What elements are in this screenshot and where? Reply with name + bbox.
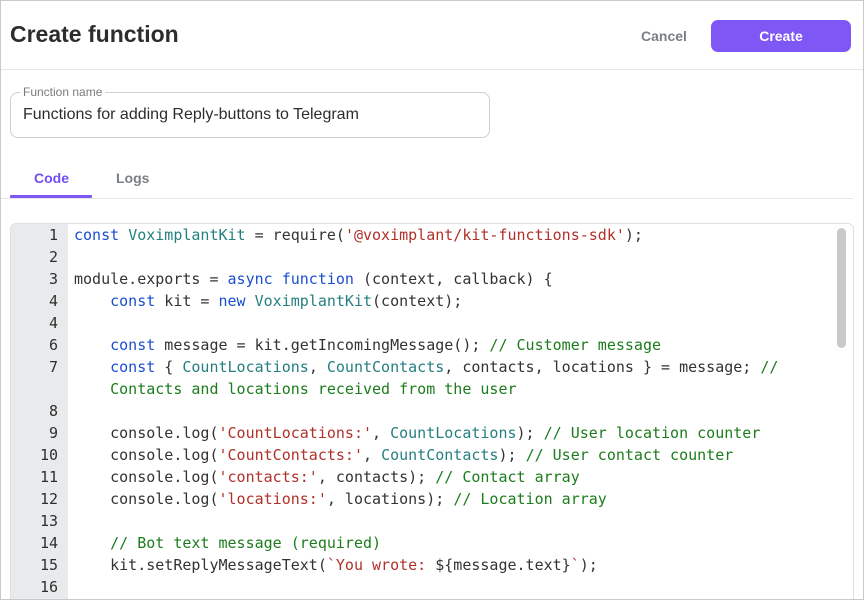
code-line: console.log('contacts:', contacts); // C…	[74, 468, 580, 486]
code-token: console.log(	[74, 424, 219, 442]
code-token: `	[570, 556, 580, 574]
code-token: );	[498, 446, 526, 464]
code-token: Contacts and locations received from the…	[110, 380, 517, 398]
line-number: 9	[48, 424, 58, 442]
tab-code[interactable]: Code	[34, 170, 69, 186]
line-number: 7	[48, 358, 58, 376]
code-token: 'contacts:'	[218, 468, 318, 486]
code-token: // Location array	[453, 490, 607, 508]
code-line: module.exports = async function (context…	[74, 270, 553, 288]
code-token: VoximplantKit	[128, 226, 246, 244]
line-number: 11	[39, 468, 58, 486]
line-number: 4	[48, 292, 58, 310]
code-token: console.log(	[74, 490, 219, 508]
function-name-label: Function name	[20, 85, 106, 99]
scrollbar-thumb[interactable]	[837, 228, 846, 348]
active-tab-indicator	[10, 195, 92, 198]
code-line: const { CountLocations, CountContacts, c…	[74, 358, 778, 376]
code-token: {	[155, 358, 183, 376]
code-token: console.log(	[74, 468, 219, 486]
code-token: 'locations:'	[218, 490, 327, 508]
line-number: 3	[48, 270, 58, 288]
line-number: 6	[48, 336, 58, 354]
function-name-field[interactable]: Function name Functions for adding Reply…	[10, 85, 490, 138]
code-token: `You wrote:	[326, 556, 436, 574]
code-token: const	[74, 226, 129, 244]
code-token: VoximplantKit	[254, 292, 373, 310]
code-token: CountLocations	[182, 358, 309, 376]
line-number: 2	[48, 248, 58, 266]
code-token: , contacts);	[317, 468, 436, 486]
code-token: // User contact counter	[525, 446, 734, 464]
tab-logs[interactable]: Logs	[116, 170, 149, 186]
code-token: message = kit.getIncomingMessage();	[155, 336, 490, 354]
code-token: );	[579, 556, 598, 574]
code-line: // Bot text message (required)	[74, 534, 381, 552]
line-number: 1	[48, 226, 58, 244]
code-token: async function	[227, 270, 354, 288]
code-line: const message = kit.getIncomingMessage()…	[74, 336, 661, 354]
editor-scrollbar[interactable]	[837, 224, 853, 599]
code-token: , contacts, locations } = message;	[444, 358, 761, 376]
code-line: console.log('CountLocations:', CountLoca…	[74, 424, 760, 442]
code-line: kit.setReplyMessageText(`You wrote: ${me…	[74, 556, 598, 574]
code-token: '@voximplant/kit-functions-sdk'	[344, 226, 625, 244]
code-token: (context, callback) {	[353, 270, 553, 288]
code-line: console.log('locations:', locations); //…	[74, 490, 607, 508]
code-token: , locations);	[326, 490, 454, 508]
line-number: 8	[48, 402, 58, 420]
code-token: module.exports =	[74, 270, 228, 288]
code-line: Contacts and locations received from the…	[74, 380, 517, 398]
code-line: const VoximplantKit = require('@voximpla…	[74, 226, 643, 244]
line-number: 13	[39, 512, 58, 530]
code-token: CountLocations	[390, 424, 517, 442]
line-number: 16	[39, 578, 58, 596]
code-token: // User location counter	[543, 424, 761, 442]
code-token: // Customer message	[489, 336, 662, 354]
page-title: Create function	[10, 21, 179, 47]
code-token: = require(	[245, 226, 345, 244]
code-token: 'CountContacts:'	[218, 446, 364, 464]
code-token: const	[110, 292, 156, 310]
code-line: const kit = new VoximplantKit(context);	[74, 292, 462, 310]
code-token: kit =	[155, 292, 219, 310]
code-token: CountContacts	[381, 446, 499, 464]
code-token: // Bot text message (required)	[110, 534, 382, 552]
tab-bar: Code Logs	[1, 162, 853, 199]
code-token: ,	[363, 446, 382, 464]
code-token: //	[760, 358, 779, 376]
code-token: // Contact array	[435, 468, 580, 486]
line-number: 15	[39, 556, 58, 574]
code-token: 'CountLocations:'	[218, 424, 373, 442]
code-token: );	[624, 226, 643, 244]
code-line: console.log('CountContacts:', CountConta…	[74, 446, 733, 464]
code-token: ${message.text}	[435, 556, 571, 574]
code-token: (context);	[372, 292, 463, 310]
code-token: );	[516, 424, 544, 442]
line-number: 14	[39, 534, 58, 552]
code-token: const	[110, 336, 156, 354]
code-token: const	[110, 358, 156, 376]
code-token: CountContacts	[326, 358, 445, 376]
line-number: 10	[39, 446, 58, 464]
function-name-input[interactable]: Functions for adding Reply-buttons to Te…	[23, 106, 359, 124]
code-token: ,	[308, 358, 327, 376]
line-number: 4	[48, 314, 58, 332]
code-editor[interactable]: 1 const VoximplantKit = require('@voximpl…	[10, 223, 854, 599]
code-token: console.log(	[74, 446, 219, 464]
code-token: ,	[372, 424, 391, 442]
code-token: new	[218, 292, 246, 310]
create-function-dialog: Create function Cancel Create Function n…	[0, 0, 864, 600]
create-button[interactable]: Create	[711, 20, 851, 52]
code-token: kit.setReplyMessageText(	[74, 556, 327, 574]
dialog-header: Create function Cancel Create	[1, 1, 863, 70]
line-number: 12	[39, 490, 58, 508]
cancel-button[interactable]: Cancel	[628, 21, 700, 51]
